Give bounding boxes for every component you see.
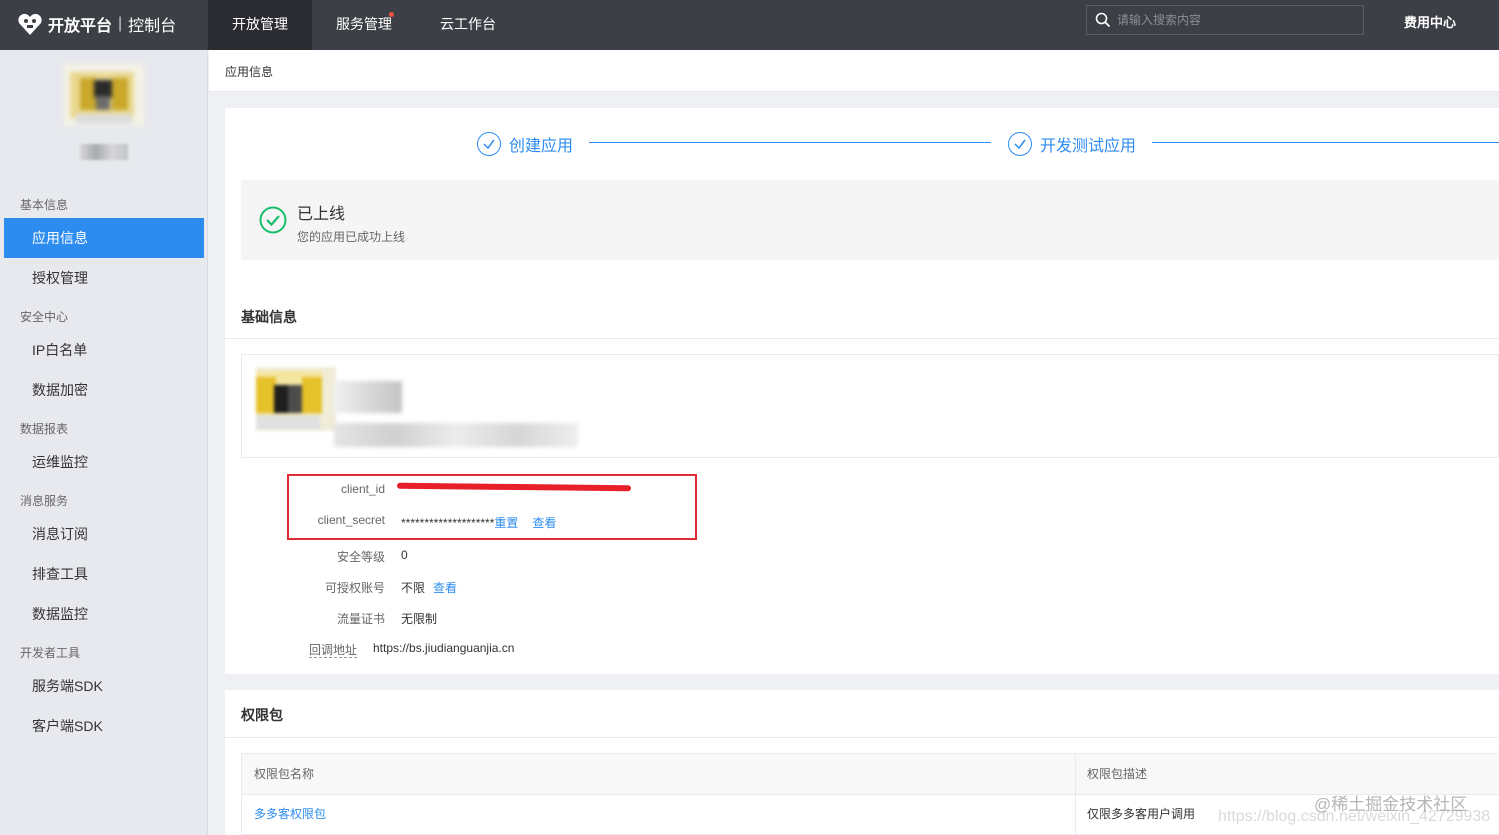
nav-label: 开放管理 [232,16,288,32]
search-icon [1095,12,1111,28]
breadcrumb: 应用信息 [209,50,1499,92]
avatar [64,64,144,126]
search-box [1086,5,1364,35]
top-nav: 开放管理 服务管理 云工作台 [208,0,520,50]
sidebar-item-auth-management[interactable]: 授权管理 [4,258,204,298]
auth-accounts-label: 可授权账号 [324,581,385,595]
app-summary-box [241,354,1499,458]
client-secret-value: ********************重置 查看 [401,514,556,531]
auth-accounts-text: 不限 [401,581,426,595]
client-secret-label: client_secret [317,513,385,527]
column-header-name: 权限包名称 [242,754,1075,795]
app-desc-redacted [334,423,578,447]
top-bar: 开放平台 | 控制台 开放管理 服务管理 云工作台 费用中心 [0,0,1499,50]
brand-logo[interactable]: 开放平台 | 控制台 [16,9,176,39]
security-level-label: 安全等级 [336,550,385,564]
traffic-cert-value: 无限制 [401,612,438,626]
step-connector [589,142,991,143]
check-icon [1008,132,1032,156]
callback-label-text: 回调地址 [308,643,357,658]
step-label: 开发测试应用 [1040,138,1137,155]
sidebar-item-ops-monitor[interactable]: 运维监控 [4,442,204,482]
callback-label: 回调地址 [237,641,357,658]
breadcrumb-current: 应用信息 [225,65,274,79]
sidebar-item-server-sdk[interactable]: 服务端SDK [4,666,204,706]
nav-label: 服务管理 [336,16,392,32]
divider [225,338,1499,339]
basic-info-title: 基础信息 [241,309,297,325]
security-level-value: 0 [401,548,408,562]
reset-secret-link[interactable]: 重置 [494,516,518,530]
sidebar-group-reports: 数据报表 [20,422,69,436]
view-secret-link[interactable]: 查看 [532,516,556,530]
step-label: 创建应用 [509,138,574,155]
sidebar-group-security: 安全中心 [20,310,69,324]
callback-url: https://bs.jiudianguanjia.cn [373,641,515,655]
main-content: 应用信息 创建应用 开发测试应用 已上线 您的应用已成功上线 基础信息 clie… [209,50,1499,835]
sidebar-item-client-sdk[interactable]: 客户端SDK [4,706,204,746]
client-id-label: client_id [340,482,385,496]
permissions-title: 权限包 [241,707,283,723]
app-name-redacted [334,381,402,413]
watermark-brand: @稀土掘金技术社区 [1314,795,1468,814]
notification-dot [389,12,394,17]
step-connector [1152,142,1499,143]
nav-service-management[interactable]: 服务管理 [312,0,416,50]
sidebar-item-data-monitor[interactable]: 数据监控 [4,594,204,634]
step-create-app: 创建应用 [477,132,573,156]
sidebar-item-ip-whitelist[interactable]: IP白名单 [4,330,204,370]
brand-logo-icon [16,10,44,38]
column-header-desc: 权限包描述 [1075,754,1499,795]
sidebar-item-data-encryption[interactable]: 数据加密 [4,370,204,410]
search-input[interactable] [1117,13,1347,27]
client-secret-mask: ******************** [401,516,495,530]
permission-name-link[interactable]: 多多客权限包 [242,795,1075,833]
basic-info-card: 基础信息 client_id client_secret ***********… [225,290,1499,674]
app-logo-redacted [256,367,336,431]
status-title: 已上线 [297,206,346,223]
avatar-name-redacted [80,144,128,160]
sidebar-group-basic: 基本信息 [20,198,69,212]
traffic-cert-label: 流量证书 [336,612,385,626]
step-dev-test: 开发测试应用 [1008,132,1136,156]
fee-center-link[interactable]: 费用中心 [1404,12,1456,31]
auth-accounts-value: 不限 查看 [401,579,457,596]
sidebar: 基本信息 应用信息 授权管理 安全中心 IP白名单 数据加密 数据报表 运维监控… [0,50,208,835]
nav-open-management[interactable]: 开放管理 [208,0,312,50]
check-icon [477,132,501,156]
success-check-icon [259,206,287,234]
status-description: 您的应用已成功上线 [297,230,406,244]
sidebar-item-troubleshoot-tool[interactable]: 排查工具 [4,554,204,594]
sidebar-group-messages: 消息服务 [20,494,69,508]
brand-separator: | [118,15,123,32]
view-auth-accounts-link[interactable]: 查看 [433,581,457,595]
online-status-box: 已上线 您的应用已成功上线 [241,180,1499,260]
sidebar-group-dev-tools: 开发者工具 [20,646,81,660]
nav-cloud-workbench[interactable]: 云工作台 [416,0,520,50]
sidebar-item-app-info[interactable]: 应用信息 [4,218,204,258]
nav-label: 云工作台 [440,16,496,32]
brand-name: 开放平台 [48,18,113,35]
sidebar-item-message-subscribe[interactable]: 消息订阅 [4,514,204,554]
divider [225,737,1499,738]
brand-subtitle: 控制台 [128,18,177,35]
